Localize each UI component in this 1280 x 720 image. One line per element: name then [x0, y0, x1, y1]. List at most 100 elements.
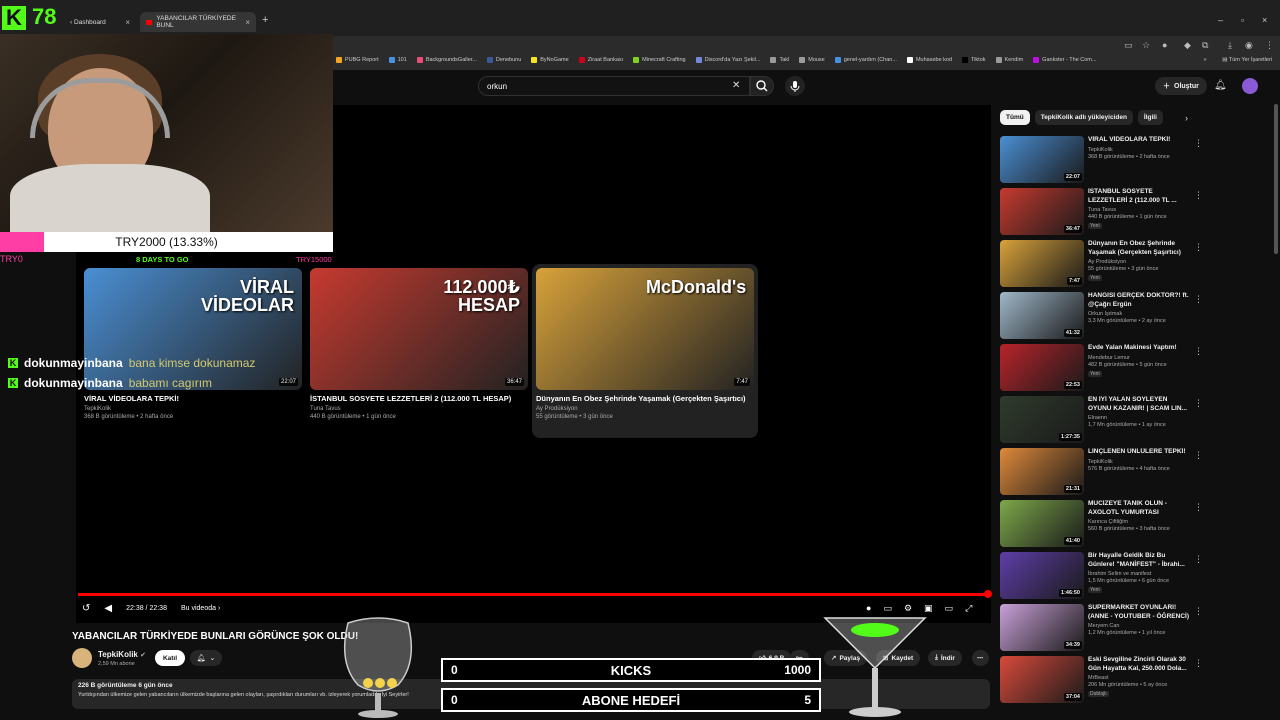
video-thumbnail[interactable]: 41:32 [1000, 292, 1084, 339]
recommended-video[interactable]: 41:40 MUCİZEYE TANIK OLUN - AXOLOTL YUMU… [1000, 500, 1270, 548]
menu-icon[interactable]: ⋮ [1265, 40, 1274, 51]
video-channel[interactable]: TepkiKolik [1088, 147, 1190, 153]
video-channel[interactable]: Tuna Tavus [1088, 207, 1190, 213]
video-thumbnail[interactable]: 36:47 [1000, 188, 1084, 235]
more-actions-button[interactable]: ⋯ [972, 650, 989, 666]
video-channel[interactable]: Ay Prodüksiyon [1088, 259, 1190, 265]
end-card[interactable]: McDonald's 7:47 Dünyanın En Obez Şehrind… [536, 268, 754, 420]
video-thumbnail[interactable]: 41:40 [1000, 500, 1084, 547]
voice-search-button[interactable] [785, 76, 805, 96]
bookmark-item[interactable]: Muhasebe kod [906, 57, 952, 63]
video-thumbnail[interactable]: 1:46:50 [1000, 552, 1084, 599]
video-thumbnail[interactable]: 22:53 [1000, 344, 1084, 391]
bookmark-item[interactable]: BackgroundsGaller... [416, 57, 477, 63]
bookmark-item[interactable]: Gankster - The Com... [1033, 57, 1096, 63]
bookmark-item[interactable]: Mouse [799, 57, 825, 63]
bookmark-item[interactable]: Takl [770, 57, 789, 63]
channel-name[interactable]: TepkiKolik ✔ [98, 650, 146, 659]
bookmark-item[interactable]: Minecraft Crafting [633, 57, 686, 63]
scrollbar[interactable] [1274, 104, 1278, 254]
chevron-right-icon[interactable]: › [1185, 113, 1188, 123]
recommended-video[interactable]: 22:53 Evde Yalan Makinesi Yaptım! Mendeb… [1000, 344, 1270, 392]
cast-icon[interactable]: ▭ [1124, 40, 1133, 51]
bookmark-item[interactable]: 101 [388, 57, 407, 63]
close-window-icon[interactable]: × [1262, 15, 1267, 25]
search-input[interactable]: orkun [478, 76, 750, 96]
minimize-icon[interactable]: – [1218, 15, 1223, 25]
bookmarks-more-icon[interactable]: » [1204, 57, 1207, 63]
puzzle-icon[interactable]: ⧉ [1202, 40, 1208, 51]
more-icon[interactable]: ⋮ [1194, 346, 1203, 357]
video-channel[interactable]: Orkun Işıtmak [1088, 311, 1190, 317]
filter-chip[interactable]: TepkiKolik adlı yükleyiciden [1034, 110, 1133, 125]
recommended-video[interactable]: 41:32 HANGİSİ GERÇEK DOKTOR?! ft. @Çağrı… [1000, 292, 1270, 340]
maximize-icon[interactable]: ▫ [1241, 15, 1244, 25]
search-button[interactable] [750, 76, 774, 96]
filter-chip[interactable]: Tümü [1000, 110, 1030, 125]
more-icon[interactable]: ⋮ [1194, 658, 1203, 669]
channel-avatar[interactable] [72, 648, 92, 668]
video-thumbnail[interactable]: 34:39 [1000, 604, 1084, 651]
bookmark-item[interactable]: Denebunu [486, 57, 521, 63]
recommended-video[interactable]: 36:47 İSTANBUL SOSYETE LEZZETLERİ 2 (112… [1000, 188, 1270, 236]
tab-youtube-video[interactable]: YABANCILAR TÜRKİYEDE BUNL × [140, 12, 256, 32]
extension-icon[interactable]: ◆ [1184, 40, 1191, 51]
video-title[interactable]: SUPERMARKET OYUNLARI! (ANNE - YOUTUBER -… [1088, 604, 1190, 621]
video-thumbnail[interactable]: 1:27:35 [1000, 396, 1084, 443]
video-channel[interactable]: TepkiKolik [1088, 459, 1190, 465]
more-icon[interactable]: ⋮ [1194, 502, 1203, 513]
progress-scrubber[interactable] [984, 590, 992, 598]
bookmark-item[interactable]: Tiktok [962, 57, 986, 63]
bookmark-item[interactable]: genel-yardım (Chan... [834, 57, 897, 63]
end-card[interactable]: 112.000₺ HESAP 36:47 İSTANBUL SOSYETE LE… [310, 268, 528, 420]
video-channel[interactable]: MrBeast [1088, 675, 1190, 681]
subscribed-bell-button[interactable]: 🔔︎ ⌄ [190, 650, 222, 666]
more-icon[interactable]: ⋮ [1194, 606, 1203, 617]
video-title[interactable]: Bir Hayalle Geldik Biz Bu Günlere! "MANİ… [1088, 552, 1190, 569]
video-title[interactable]: HANGİSİ GERÇEK DOKTOR?! ft. @Çağrı Ergün [1088, 292, 1190, 309]
download-button[interactable]: ⤓ İndir [928, 650, 962, 666]
download-icon[interactable]: ⤓ [1228, 40, 1232, 51]
end-card-thumbnail[interactable]: McDonald's 7:47 [536, 268, 754, 390]
video-title[interactable]: Dünyanın En Obez Şehrinde Yaşamak (Gerçe… [1088, 240, 1190, 257]
recommended-video[interactable]: 1:46:50 Bir Hayalle Geldik Biz Bu Günler… [1000, 552, 1270, 600]
video-thumbnail[interactable]: 21:31 [1000, 448, 1084, 495]
volume-icon[interactable]: ◀ [104, 603, 112, 614]
close-icon[interactable]: × [245, 18, 250, 27]
video-title[interactable]: LİNÇLENEN ÜNLÜLERE TEPKİ! [1088, 448, 1190, 457]
end-card-thumbnail[interactable]: 112.000₺ HESAP 36:47 [310, 268, 528, 390]
bookmark-item[interactable]: Discord'da Yazı Şekil... [695, 57, 760, 63]
recommended-video[interactable]: 34:39 SUPERMARKET OYUNLARI! (ANNE - YOUT… [1000, 604, 1270, 652]
bookmark-item[interactable]: PUBG Report [336, 57, 379, 63]
bookmark-item[interactable]: ByNoGame [531, 57, 569, 63]
star-icon[interactable]: ☆ [1142, 40, 1150, 51]
video-thumbnail[interactable]: 37:04 [1000, 656, 1084, 703]
progress-bar[interactable] [78, 593, 988, 596]
clear-search-icon[interactable]: ✕ [732, 80, 740, 91]
bookmark-item[interactable]: Ziraat Bankası [578, 57, 623, 63]
video-thumbnail[interactable]: 7:47 [1000, 240, 1084, 287]
video-channel[interactable]: Meryem Can [1088, 623, 1190, 629]
video-channel[interactable]: Karınca Çiftliğim [1088, 519, 1190, 525]
more-icon[interactable]: ⋮ [1194, 138, 1203, 149]
account-avatar[interactable] [1242, 78, 1258, 94]
close-icon[interactable]: × [125, 18, 130, 27]
recommended-video[interactable]: 37:04 Eski Sevgiline Zincirli Olarak 30 … [1000, 656, 1270, 704]
more-icon[interactable]: ⋮ [1194, 190, 1203, 201]
create-button[interactable]: ＋ Oluştur [1155, 77, 1207, 95]
recommended-video[interactable]: 21:31 LİNÇLENEN ÜNLÜLERE TEPKİ! TepkiKol… [1000, 448, 1270, 496]
video-title[interactable]: MUCİZEYE TANIK OLUN - AXOLOTL YUMURTASI [1088, 500, 1190, 517]
recommended-video[interactable]: 1:27:35 EN İYİ YALAN SÖYLEYEN OYUNU KAZA… [1000, 396, 1270, 444]
video-title[interactable]: EN İYİ YALAN SÖYLEYEN OYUNU KAZANIR! | S… [1088, 396, 1190, 413]
join-button[interactable]: Katıl [155, 650, 185, 666]
notifications-bell-icon[interactable]: 🔔︎ [1214, 80, 1227, 91]
tab-dashboard[interactable]: ‹ Dashboard × [64, 12, 136, 32]
more-icon[interactable]: ⋮ [1194, 398, 1203, 409]
new-tab-button[interactable]: + [262, 14, 268, 26]
video-title[interactable]: Eski Sevgiline Zincirli Olarak 30 Gün Ha… [1088, 656, 1190, 673]
more-icon[interactable]: ⋮ [1194, 242, 1203, 253]
video-channel[interactable]: Elraenn [1088, 415, 1190, 421]
more-icon[interactable]: ⋮ [1194, 450, 1203, 461]
fullscreen-icon[interactable]: ⤢ [965, 603, 972, 614]
end-card-thumbnail[interactable]: VİRAL VİDEOLAR 22:07 [84, 268, 302, 390]
